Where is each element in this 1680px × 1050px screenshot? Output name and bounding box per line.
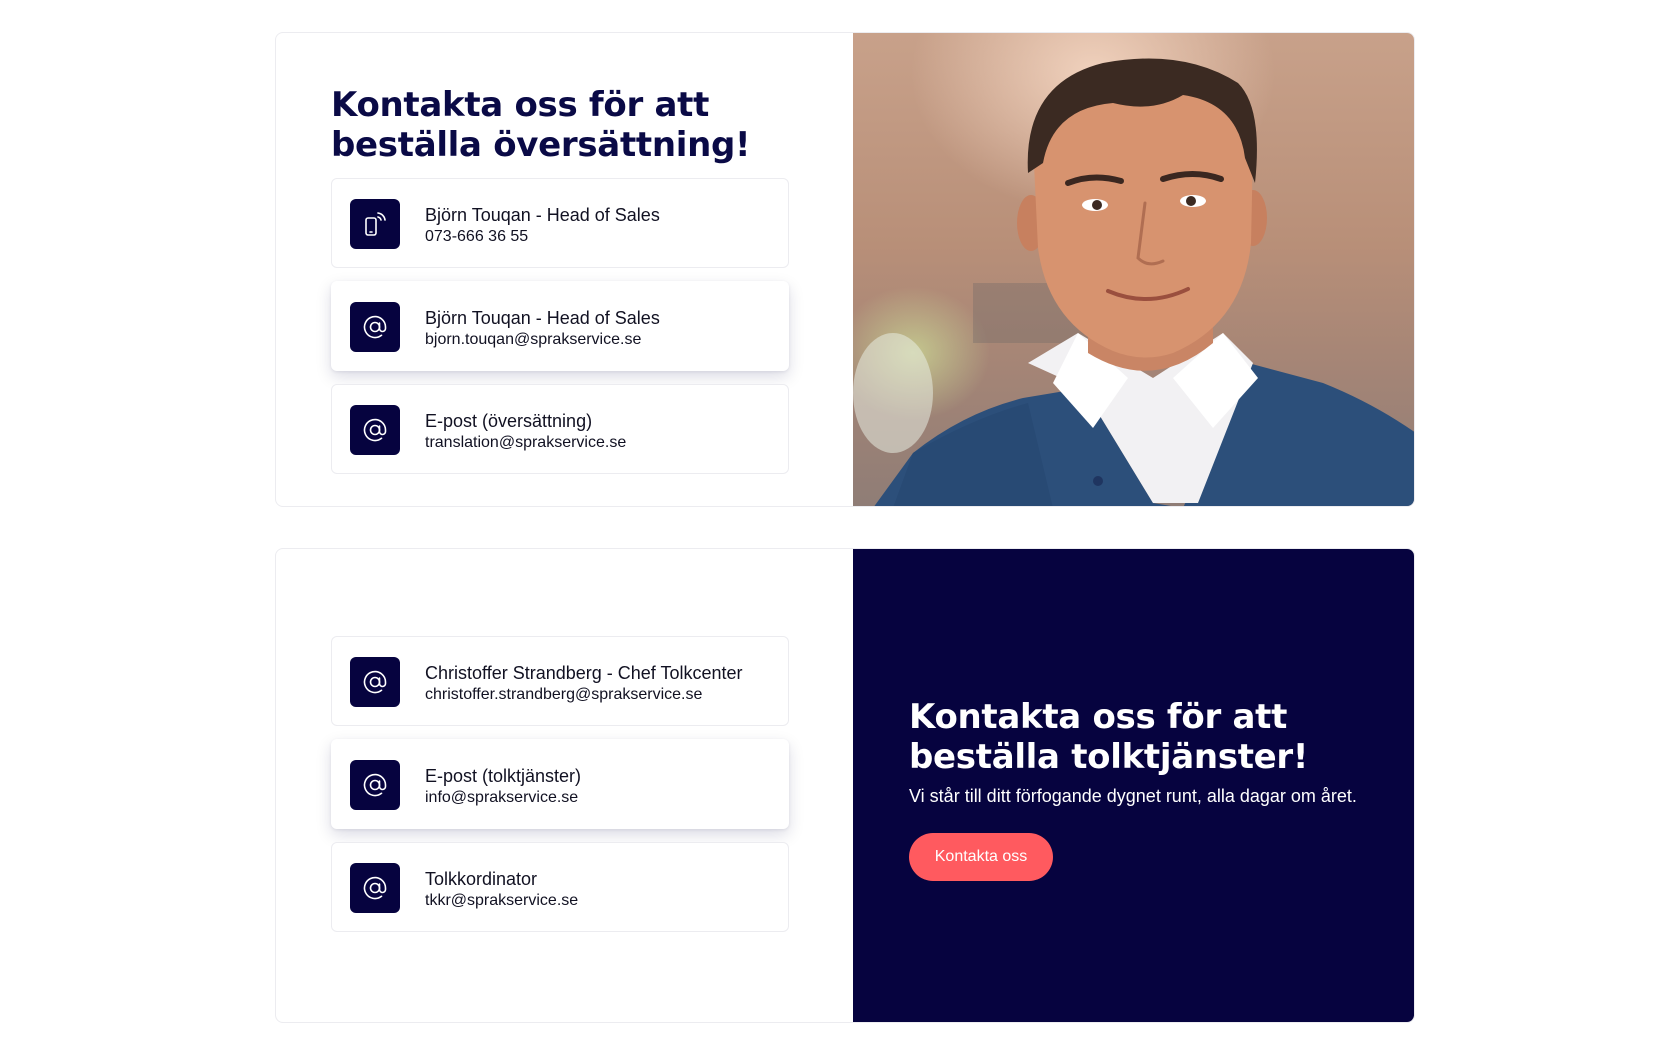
contact-card-email-translation[interactable]: E-post (översättning) translation@spraks…: [331, 384, 789, 474]
phone-icon: [350, 199, 400, 249]
contact-card-email[interactable]: tkkr@sprakservice.se: [425, 891, 578, 911]
translation-contact-column: Kontakta oss för att beställa översättni…: [276, 33, 853, 506]
contact-card-email-coordinator[interactable]: Tolkkordinator tkkr@sprakservice.se: [331, 842, 789, 932]
interpreting-contact-column: Christoffer Strandberg - Chef Tolkcenter…: [276, 549, 853, 1022]
portrait-photo: [853, 33, 1414, 506]
contact-card-title: Björn Touqan - Head of Sales: [425, 308, 660, 328]
cta-background: Kontakta oss för att beställa tolktjänst…: [853, 549, 1414, 1022]
translation-heading: Kontakta oss för att beställa översättni…: [331, 85, 751, 165]
contact-card-title: Christoffer Strandberg - Chef Tolkcenter: [425, 663, 743, 683]
contact-us-button[interactable]: Kontakta oss: [909, 833, 1053, 881]
at-sign-icon: [350, 302, 400, 352]
contact-card-email-sales[interactable]: Björn Touqan - Head of Sales bjorn.touqa…: [331, 281, 789, 371]
interpreting-cta-panel: Kontakta oss för att beställa tolktjänst…: [853, 549, 1414, 1022]
interpreting-contact-section: Christoffer Strandberg - Chef Tolkcenter…: [275, 548, 1415, 1023]
availability-text: Vi står till ditt förfogande dygnet runt…: [909, 786, 1357, 806]
at-sign-icon: [350, 863, 400, 913]
contact-card-email[interactable]: christoffer.strandberg@sprakservice.se: [425, 685, 702, 705]
at-sign-icon: [350, 657, 400, 707]
contact-card-title: E-post (tolktjänster): [425, 766, 582, 786]
contact-card-phone[interactable]: Björn Touqan - Head of Sales 073-666 36 …: [331, 178, 789, 268]
contact-card-email[interactable]: info@sprakservice.se: [425, 788, 578, 808]
contact-card-email-chief[interactable]: Christoffer Strandberg - Chef Tolkcenter…: [331, 636, 789, 726]
interpreting-heading: Kontakta oss för att beställa tolktjänst…: [909, 697, 1309, 777]
at-sign-icon: [350, 405, 400, 455]
contact-card-title: Tolkkordinator: [425, 869, 538, 889]
contact-card-email-interpreting[interactable]: E-post (tolktjänster) info@sprakservice.…: [331, 739, 789, 829]
translation-contact-section: Kontakta oss för att beställa översättni…: [275, 32, 1415, 507]
contact-card-title: Björn Touqan - Head of Sales: [425, 205, 660, 225]
contact-card-phone-number[interactable]: 073-666 36 55: [425, 227, 528, 247]
contact-card-email[interactable]: bjorn.touqan@sprakservice.se: [425, 330, 641, 350]
contact-card-title: E-post (översättning): [425, 411, 593, 431]
contact-card-email[interactable]: translation@sprakservice.se: [425, 433, 626, 453]
portrait-panel: [853, 33, 1414, 506]
at-sign-icon: [350, 760, 400, 810]
